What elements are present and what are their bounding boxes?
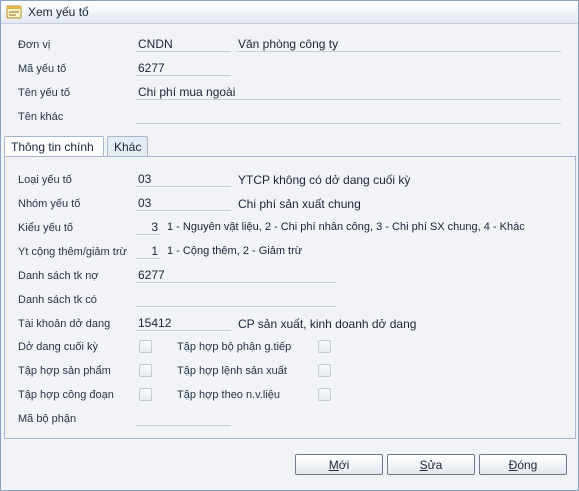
do-dang-cuoi-ky-checkbox[interactable]	[139, 340, 152, 353]
nhom-yeu-to-desc: Chi phí sản xuất chung	[238, 197, 361, 211]
ten-khac-input[interactable]	[136, 108, 561, 124]
don-vi-label: Đơn vị	[18, 39, 51, 51]
tap-hop-theo-nvl-label: Tập hợp theo n.v.liệu	[177, 389, 281, 401]
tab-thong-tin-chinh[interactable]: Thông tin chính	[4, 136, 104, 157]
ten-khac-label: Tên khác	[18, 111, 64, 123]
ma-bo-phan-input[interactable]	[136, 410, 231, 426]
ds-tk-no-input[interactable]: 6277	[136, 267, 336, 283]
tap-hop-theo-nvl-checkbox[interactable]	[318, 388, 331, 401]
loai-yeu-to-input[interactable]: 03	[136, 171, 231, 187]
tap-hop-cong-doan-checkbox[interactable]	[139, 388, 152, 401]
tap-hop-lenh-sx-checkbox[interactable]	[318, 364, 331, 377]
new-button[interactable]: Mới	[295, 454, 383, 475]
tap-hop-lenh-sx-label: Tập hợp lệnh sản xuất	[177, 365, 287, 377]
close-button-hotkey: Đ	[508, 458, 518, 472]
close-button-label: óng	[517, 458, 538, 472]
tk-do-dang-input[interactable]: 15412	[136, 315, 231, 331]
ten-yeu-to-label: Tên yếu tố	[18, 87, 70, 99]
edit-button-label: ửa	[427, 458, 443, 472]
edit-button-hotkey: S	[419, 458, 428, 472]
kieu-yeu-to-desc: 1 - Nguyên vật liệu, 2 - Chi phí nhân cô…	[167, 221, 525, 233]
yt-cong-them-desc: 1 - Cộng thêm, 2 - Giảm trừ	[167, 245, 303, 257]
loai-yeu-to-desc: YTCP không có dở dang cuối kỳ	[238, 173, 411, 187]
ds-tk-no-label: Danh sách tk nợ	[18, 270, 99, 282]
tap-hop-bo-phan-label: Tập hợp bộ phận g.tiếp	[177, 341, 292, 353]
ds-tk-co-label: Danh sách tk có	[18, 294, 97, 306]
new-button-label: ới	[338, 458, 350, 472]
nhom-yeu-to-input[interactable]: 03	[136, 195, 231, 211]
ma-bo-phan-label: Mã bộ phận	[18, 413, 77, 425]
tap-hop-san-pham-checkbox[interactable]	[139, 364, 152, 377]
ma-yeu-to-label: Mã yếu tố	[18, 63, 67, 75]
new-button-hotkey: M	[328, 458, 339, 472]
do-dang-cuoi-ky-label: Dở dang cuối kỳ	[18, 341, 98, 353]
title-bar: Xem yếu tố	[1, 1, 578, 24]
ma-yeu-to-input[interactable]: 6277	[136, 60, 231, 76]
ten-yeu-to-input[interactable]: Chi phí mua ngoài	[136, 84, 561, 100]
kieu-yeu-to-label: Kiểu yếu tố	[18, 222, 74, 234]
tap-hop-cong-doan-label: Tập hợp công đoạn	[18, 389, 114, 401]
don-vi-name: Văn phòng công ty	[236, 36, 561, 52]
tab-khac[interactable]: Khác	[107, 136, 148, 156]
loai-yeu-to-label: Loại yếu tố	[18, 174, 72, 186]
kieu-yeu-to-input[interactable]: 3	[136, 219, 160, 235]
tk-do-dang-desc: CP sản xuất, kinh doanh dở dang	[238, 317, 417, 331]
ds-tk-co-input[interactable]	[136, 291, 336, 307]
don-vi-input[interactable]: CNDN	[136, 36, 231, 52]
yt-cong-them-label: Yt cộng thêm/giảm trừ	[18, 246, 127, 258]
close-button[interactable]: Đóng	[479, 454, 567, 475]
edit-button[interactable]: Sửa	[387, 454, 475, 475]
tk-do-dang-label: Tài khoản dở dang	[18, 318, 111, 330]
tap-hop-san-pham-label: Tập hợp sản phẩm	[18, 365, 111, 377]
tap-hop-bo-phan-checkbox[interactable]	[318, 340, 331, 353]
window-title: Xem yếu tố	[28, 5, 89, 19]
nhom-yeu-to-label: Nhóm yếu tố	[18, 198, 81, 210]
dialog-window: Xem yếu tố Đơn vị CNDN Văn phòng công ty…	[0, 0, 579, 491]
yt-cong-them-input[interactable]: 1	[136, 243, 160, 259]
form-icon	[6, 5, 22, 19]
